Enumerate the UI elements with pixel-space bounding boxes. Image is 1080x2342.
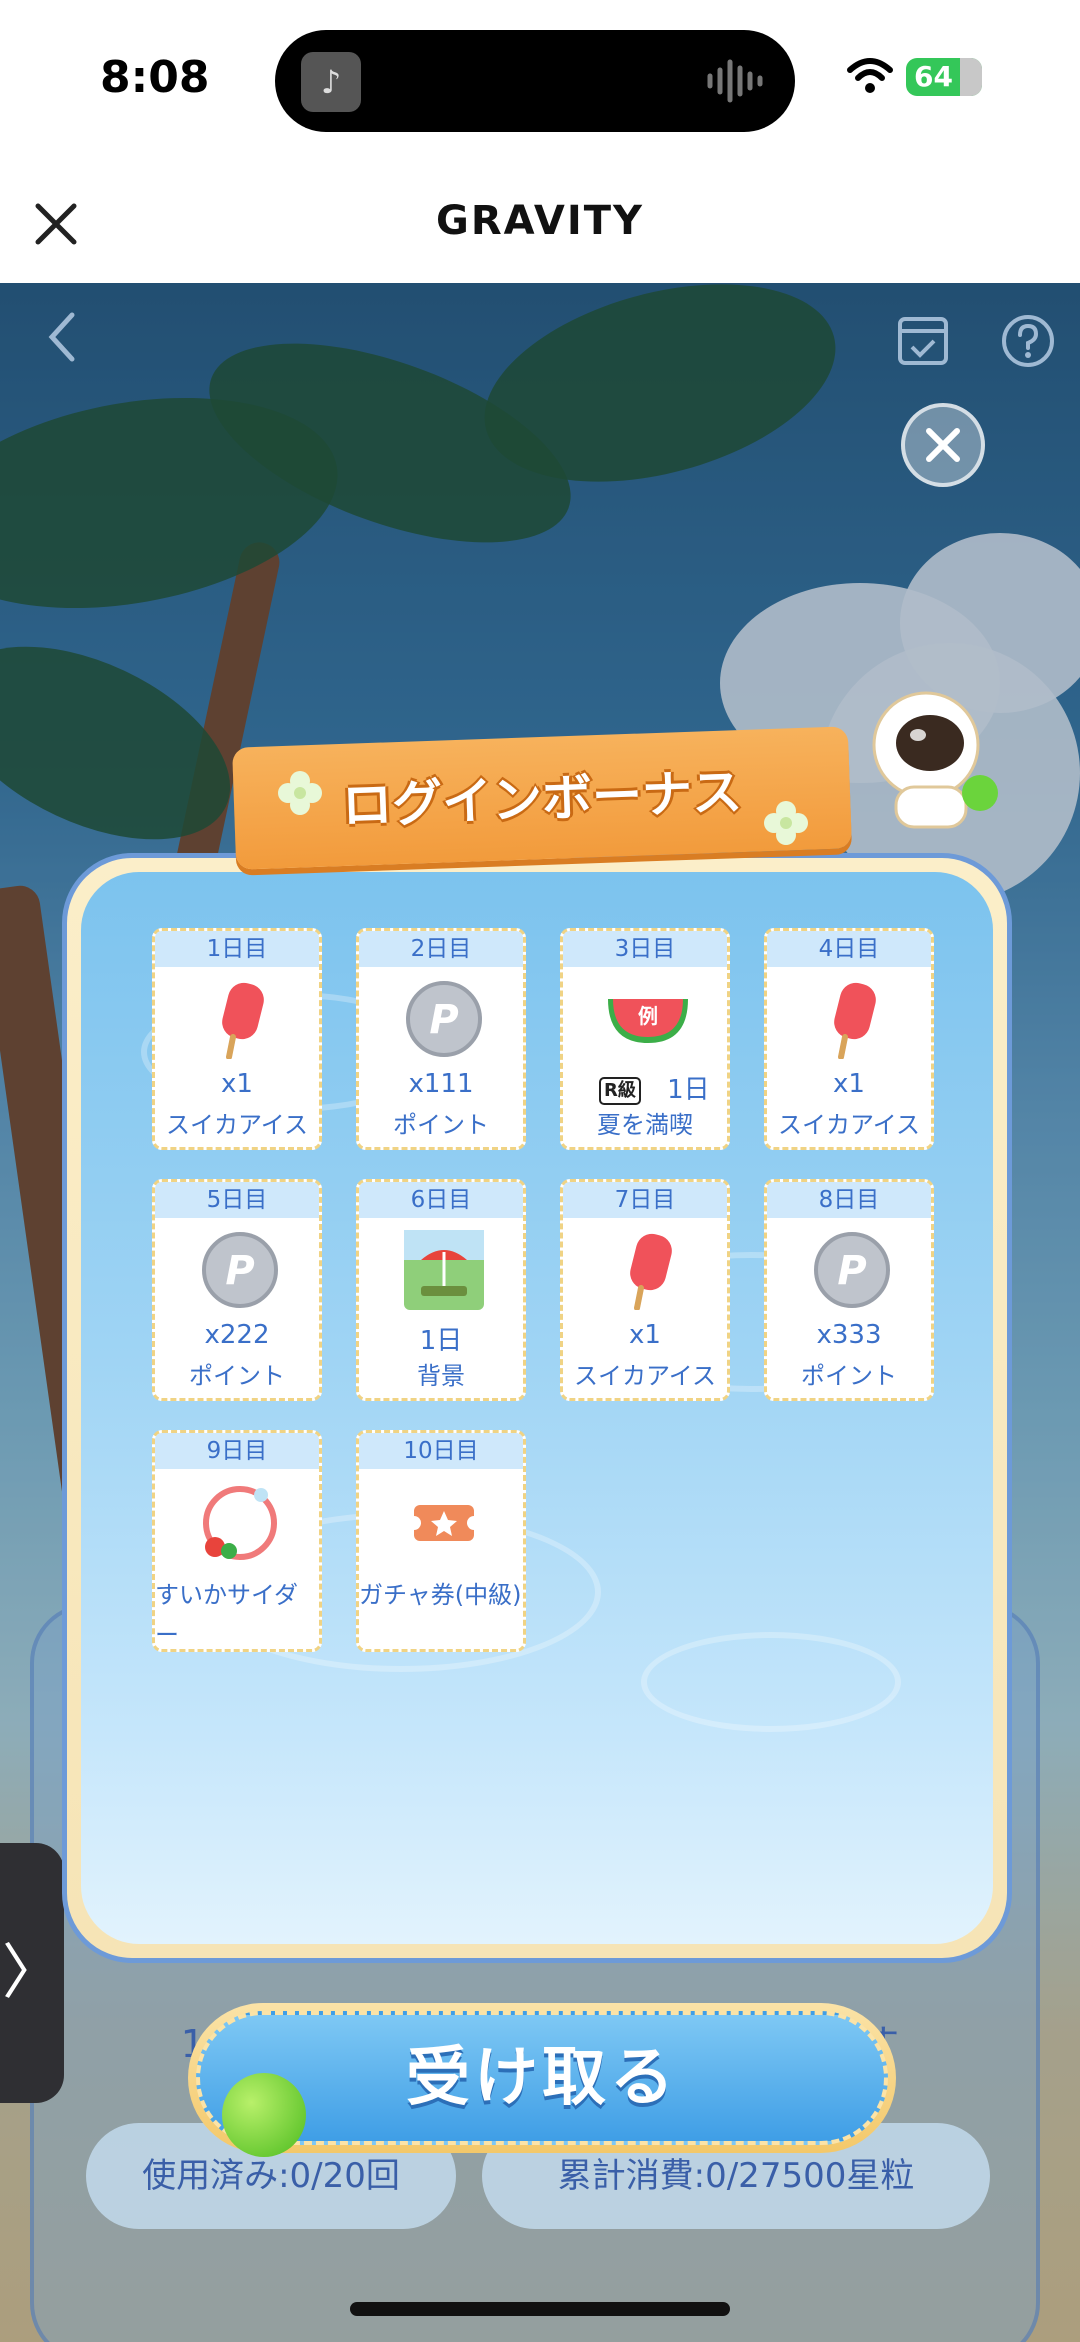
point-coin-icon: P	[406, 981, 482, 1057]
day-label: 7日目	[563, 1182, 727, 1218]
help-icon[interactable]	[1000, 313, 1056, 369]
reward-quantity: x1	[833, 1069, 865, 1099]
clock: 8:08	[100, 52, 210, 103]
reward-name: ポイント	[801, 1362, 897, 1390]
waveform-icon	[707, 59, 763, 103]
wifi-icon	[847, 58, 893, 93]
modal-title: ログインボーナス	[341, 763, 743, 835]
reward-name: すいかサイダー	[155, 1581, 299, 1649]
popsicle-icon	[222, 982, 264, 1059]
modal-title-banner: ログインボーナス	[232, 726, 852, 870]
login-day-card[interactable]: 2日目 P x111 ポイント	[356, 928, 526, 1150]
watermelon-icon: 例	[608, 999, 688, 1043]
reward-name: 夏を満喫	[597, 1111, 693, 1139]
status-bar: 8:08 ♪ 64	[0, 0, 1080, 160]
reward-name: スイカアイス	[777, 1111, 921, 1139]
home-indicator	[350, 2302, 730, 2316]
day-label: 6日目	[359, 1182, 523, 1218]
page-title: GRAVITY	[436, 198, 644, 244]
svg-text:例: 例	[638, 1004, 658, 1028]
login-day-card[interactable]: 6日目 1日 背景	[356, 1179, 526, 1401]
reward-name: スイカアイス	[573, 1362, 717, 1390]
coconut-drink-icon	[222, 2073, 306, 2157]
flower-icon	[278, 771, 322, 815]
login-day-card[interactable]: 3日目 例 R級 1日 夏を満喫	[560, 928, 730, 1150]
web-view-header: GRAVITY	[0, 160, 1080, 283]
login-day-card[interactable]: 9日目 すいかサイダー	[152, 1430, 322, 1652]
rarity-badge: R級	[599, 1076, 641, 1105]
reward-quantity: 1日	[419, 1326, 463, 1356]
day-label: 3日目	[563, 931, 727, 967]
reward-quantity: x222	[204, 1320, 270, 1350]
day-label: 9日目	[155, 1433, 319, 1469]
event-scene: 1つのアカウントで20回まで適用されます 使用済み:0/20回 累計消費:0/2…	[0, 283, 1080, 2342]
gacha-ticket-icon	[407, 1505, 481, 1541]
day-label: 4日目	[767, 931, 931, 967]
day-label: 1日目	[155, 931, 319, 967]
reward-name: ガチャ券(中級)	[359, 1581, 522, 1609]
reward-quantity: R級 1日	[563, 1069, 727, 1106]
login-day-card[interactable]: 7日目 x1 スイカアイス	[560, 1179, 730, 1401]
speaker-icon: ♪	[301, 52, 361, 112]
reward-name: ポイント	[189, 1362, 285, 1390]
reward-name: スイカアイス	[165, 1111, 309, 1139]
dynamic-island: ♪	[275, 30, 795, 132]
login-day-card[interactable]: 4日目 x1 スイカアイス	[764, 928, 934, 1150]
day-label: 2日目	[359, 931, 523, 967]
reward-name: 背景	[417, 1362, 465, 1390]
day-label: 10日目	[359, 1433, 523, 1469]
flower-icon	[764, 801, 808, 845]
reward-quantity: x333	[816, 1320, 882, 1350]
login-day-card[interactable]: 1日目 x1 スイカアイス	[152, 928, 322, 1150]
back-icon[interactable]	[42, 307, 82, 367]
reward-name: ポイント	[393, 1111, 489, 1139]
reward-quantity: x111	[408, 1069, 474, 1099]
svg-text:P: P	[837, 1248, 866, 1294]
astronaut-mascot-icon	[872, 691, 998, 829]
popsicle-icon	[834, 982, 876, 1059]
login-day-card[interactable]: 8日目 P x333 ポイント	[764, 1179, 934, 1401]
point-coin-icon: P	[814, 1232, 890, 1308]
svg-text:P: P	[429, 997, 458, 1043]
reward-quantity: x1	[629, 1320, 661, 1350]
day-label: 5日目	[155, 1182, 319, 1218]
close-icon	[926, 428, 960, 462]
reward-quantity: x1	[221, 1069, 253, 1099]
login-day-card[interactable]: 10日目 ガチャ券(中級)	[356, 1430, 526, 1652]
modal-close-button[interactable]	[901, 403, 985, 487]
point-coin-icon: P	[202, 1232, 278, 1308]
login-day-card[interactable]: 5日目 P x222 ポイント	[152, 1179, 322, 1401]
battery-indicator: 64	[906, 58, 982, 96]
calendar-check-icon[interactable]	[896, 313, 950, 367]
popsicle-icon	[630, 1233, 672, 1310]
day-label: 8日目	[767, 1182, 931, 1218]
side-drawer-tab[interactable]: 〉	[0, 1843, 64, 2103]
watermelon-frame-icon	[203, 1486, 277, 1560]
svg-text:P: P	[225, 1248, 254, 1294]
battery-level: 64	[914, 60, 953, 93]
beach-background-icon	[404, 1230, 484, 1310]
